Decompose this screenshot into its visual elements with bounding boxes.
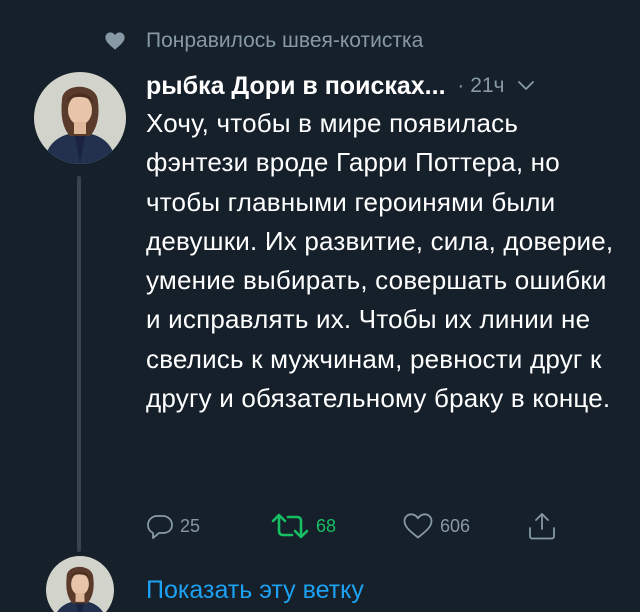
avatar[interactable] [34,72,126,164]
share-button[interactable] [526,506,558,546]
reply-count: 25 [180,515,201,536]
tweet-timestamp[interactable]: 21ч [470,74,504,98]
separator-dot: · [457,74,465,97]
reply-button[interactable]: 25 [146,506,200,546]
show-thread-link[interactable]: Показать эту ветку [146,576,364,605]
timeline-page: Понравилось швея-котистка рыбка Дори в п… [0,0,640,612]
heart-outline-icon [403,513,433,539]
tweet-header: рыбка Дори в поисках... · 21ч [146,66,626,106]
retweet-count: 68 [316,515,337,536]
retweet-icon [271,513,309,539]
chevron-down-icon[interactable] [517,80,535,92]
like-count: 606 [440,515,471,536]
like-button[interactable]: 606 [402,506,470,546]
thread-connector-line [77,176,81,552]
tweet-text: Хочу, чтобы в мире появилась фэнтези вро… [146,108,614,414]
heart-icon [105,32,125,50]
reply-icon [147,515,173,539]
thread-avatar[interactable] [46,556,114,612]
tweet-actions: 25 68 606 [146,506,586,546]
author-name[interactable]: рыбка Дори в поисках... [146,72,446,101]
social-context: Понравилось швея-котистка [104,28,423,54]
retweet-button[interactable]: 68 [270,506,336,546]
share-icon [529,513,555,540]
liked-by-text[interactable]: Понравилось швея-котистка [146,29,423,53]
